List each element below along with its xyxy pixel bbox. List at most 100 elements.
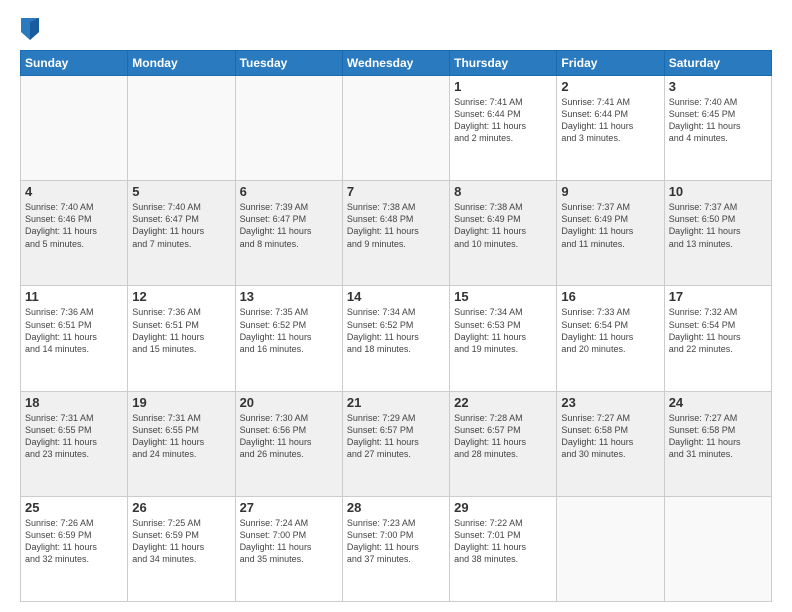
day-info: Sunrise: 7:37 AM Sunset: 6:50 PM Dayligh… (669, 201, 767, 250)
calendar-cell: 8 Sunrise: 7:38 AM Sunset: 6:49 PM Daylig… (450, 181, 557, 286)
day-number: 5 (132, 184, 230, 199)
calendar-week-3: 11 Sunrise: 7:36 AM Sunset: 6:51 PM Dayli… (21, 286, 772, 391)
calendar-cell: 6 Sunrise: 7:39 AM Sunset: 6:47 PM Daylig… (235, 181, 342, 286)
day-info: Sunrise: 7:26 AM Sunset: 6:59 PM Dayligh… (25, 517, 123, 566)
day-info: Sunrise: 7:35 AM Sunset: 6:52 PM Dayligh… (240, 306, 338, 355)
calendar-header-row: SundayMondayTuesdayWednesdayThursdayFrid… (21, 51, 772, 76)
calendar-cell (21, 76, 128, 181)
calendar-cell: 5 Sunrise: 7:40 AM Sunset: 6:47 PM Daylig… (128, 181, 235, 286)
header (20, 18, 772, 40)
day-number: 16 (561, 289, 659, 304)
logo-text (20, 18, 41, 40)
day-info: Sunrise: 7:27 AM Sunset: 6:58 PM Dayligh… (561, 412, 659, 461)
day-number: 22 (454, 395, 552, 410)
day-number: 21 (347, 395, 445, 410)
calendar-header-monday: Monday (128, 51, 235, 76)
calendar-cell: 9 Sunrise: 7:37 AM Sunset: 6:49 PM Daylig… (557, 181, 664, 286)
day-info: Sunrise: 7:34 AM Sunset: 6:52 PM Dayligh… (347, 306, 445, 355)
day-number: 17 (669, 289, 767, 304)
calendar-cell (128, 76, 235, 181)
day-number: 1 (454, 79, 552, 94)
day-info: Sunrise: 7:30 AM Sunset: 6:56 PM Dayligh… (240, 412, 338, 461)
calendar-header-saturday: Saturday (664, 51, 771, 76)
day-info: Sunrise: 7:36 AM Sunset: 6:51 PM Dayligh… (25, 306, 123, 355)
day-number: 25 (25, 500, 123, 515)
day-info: Sunrise: 7:36 AM Sunset: 6:51 PM Dayligh… (132, 306, 230, 355)
calendar-cell: 15 Sunrise: 7:34 AM Sunset: 6:53 PM Dayli… (450, 286, 557, 391)
day-info: Sunrise: 7:41 AM Sunset: 6:44 PM Dayligh… (454, 96, 552, 145)
day-number: 27 (240, 500, 338, 515)
day-info: Sunrise: 7:25 AM Sunset: 6:59 PM Dayligh… (132, 517, 230, 566)
day-info: Sunrise: 7:40 AM Sunset: 6:45 PM Dayligh… (669, 96, 767, 145)
day-number: 14 (347, 289, 445, 304)
calendar-cell: 4 Sunrise: 7:40 AM Sunset: 6:46 PM Daylig… (21, 181, 128, 286)
calendar-header-thursday: Thursday (450, 51, 557, 76)
calendar-cell: 21 Sunrise: 7:29 AM Sunset: 6:57 PM Dayli… (342, 391, 449, 496)
day-info: Sunrise: 7:24 AM Sunset: 7:00 PM Dayligh… (240, 517, 338, 566)
calendar-cell (557, 496, 664, 601)
calendar-cell: 22Sunrise: 7:28 AM Sunset: 6:57 PM Dayli… (450, 391, 557, 496)
day-info: Sunrise: 7:22 AM Sunset: 7:01 PM Dayligh… (454, 517, 552, 566)
day-number: 19 (132, 395, 230, 410)
day-number: 11 (25, 289, 123, 304)
day-number: 3 (669, 79, 767, 94)
calendar-cell: 11 Sunrise: 7:36 AM Sunset: 6:51 PM Dayli… (21, 286, 128, 391)
day-info: Sunrise: 7:31 AM Sunset: 6:55 PM Dayligh… (25, 412, 123, 461)
day-number: 2 (561, 79, 659, 94)
day-info: Sunrise: 7:38 AM Sunset: 6:49 PM Dayligh… (454, 201, 552, 250)
logo (20, 18, 41, 40)
day-number: 24 (669, 395, 767, 410)
day-number: 12 (132, 289, 230, 304)
day-number: 18 (25, 395, 123, 410)
calendar-cell: 10Sunrise: 7:37 AM Sunset: 6:50 PM Dayli… (664, 181, 771, 286)
calendar-cell: 26 Sunrise: 7:25 AM Sunset: 6:59 PM Dayli… (128, 496, 235, 601)
day-number: 8 (454, 184, 552, 199)
calendar-cell: 19Sunrise: 7:31 AM Sunset: 6:55 PM Dayli… (128, 391, 235, 496)
calendar-cell: 28 Sunrise: 7:23 AM Sunset: 7:00 PM Dayli… (342, 496, 449, 601)
day-info: Sunrise: 7:33 AM Sunset: 6:54 PM Dayligh… (561, 306, 659, 355)
day-info: Sunrise: 7:29 AM Sunset: 6:57 PM Dayligh… (347, 412, 445, 461)
calendar-cell: 17 Sunrise: 7:32 AM Sunset: 6:54 PM Dayli… (664, 286, 771, 391)
calendar-cell: 20Sunrise: 7:30 AM Sunset: 6:56 PM Dayli… (235, 391, 342, 496)
day-info: Sunrise: 7:40 AM Sunset: 6:47 PM Dayligh… (132, 201, 230, 250)
day-info: Sunrise: 7:23 AM Sunset: 7:00 PM Dayligh… (347, 517, 445, 566)
day-info: Sunrise: 7:40 AM Sunset: 6:46 PM Dayligh… (25, 201, 123, 250)
day-number: 29 (454, 500, 552, 515)
day-info: Sunrise: 7:27 AM Sunset: 6:58 PM Dayligh… (669, 412, 767, 461)
calendar-cell (235, 76, 342, 181)
calendar-cell: 2Sunrise: 7:41 AM Sunset: 6:44 PM Daylig… (557, 76, 664, 181)
day-number: 13 (240, 289, 338, 304)
calendar-table: SundayMondayTuesdayWednesdayThursdayFrid… (20, 50, 772, 602)
calendar-week-2: 4 Sunrise: 7:40 AM Sunset: 6:46 PM Daylig… (21, 181, 772, 286)
calendar-cell: 3 Sunrise: 7:40 AM Sunset: 6:45 PM Daylig… (664, 76, 771, 181)
calendar-week-5: 25 Sunrise: 7:26 AM Sunset: 6:59 PM Dayli… (21, 496, 772, 601)
calendar-cell: 24 Sunrise: 7:27 AM Sunset: 6:58 PM Dayli… (664, 391, 771, 496)
day-number: 15 (454, 289, 552, 304)
day-number: 28 (347, 500, 445, 515)
day-number: 4 (25, 184, 123, 199)
calendar-week-4: 18 Sunrise: 7:31 AM Sunset: 6:55 PM Dayli… (21, 391, 772, 496)
day-number: 26 (132, 500, 230, 515)
calendar-header-wednesday: Wednesday (342, 51, 449, 76)
calendar-cell (664, 496, 771, 601)
day-info: Sunrise: 7:34 AM Sunset: 6:53 PM Dayligh… (454, 306, 552, 355)
calendar-cell: 25 Sunrise: 7:26 AM Sunset: 6:59 PM Dayli… (21, 496, 128, 601)
calendar-cell: 12 Sunrise: 7:36 AM Sunset: 6:51 PM Dayli… (128, 286, 235, 391)
calendar-cell (342, 76, 449, 181)
calendar-cell: 27 Sunrise: 7:24 AM Sunset: 7:00 PM Dayli… (235, 496, 342, 601)
calendar-header-friday: Friday (557, 51, 664, 76)
calendar-header-sunday: Sunday (21, 51, 128, 76)
calendar-cell: 7Sunrise: 7:38 AM Sunset: 6:48 PM Daylig… (342, 181, 449, 286)
page: SundayMondayTuesdayWednesdayThursdayFrid… (0, 0, 792, 612)
day-info: Sunrise: 7:39 AM Sunset: 6:47 PM Dayligh… (240, 201, 338, 250)
calendar-header-tuesday: Tuesday (235, 51, 342, 76)
day-info: Sunrise: 7:37 AM Sunset: 6:49 PM Dayligh… (561, 201, 659, 250)
day-number: 9 (561, 184, 659, 199)
calendar-week-1: 1 Sunrise: 7:41 AM Sunset: 6:44 PM Daylig… (21, 76, 772, 181)
calendar-cell: 29 Sunrise: 7:22 AM Sunset: 7:01 PM Dayli… (450, 496, 557, 601)
day-info: Sunrise: 7:32 AM Sunset: 6:54 PM Dayligh… (669, 306, 767, 355)
day-number: 6 (240, 184, 338, 199)
calendar-cell: 18 Sunrise: 7:31 AM Sunset: 6:55 PM Dayli… (21, 391, 128, 496)
calendar-cell: 1 Sunrise: 7:41 AM Sunset: 6:44 PM Daylig… (450, 76, 557, 181)
logo-icon (21, 18, 39, 40)
